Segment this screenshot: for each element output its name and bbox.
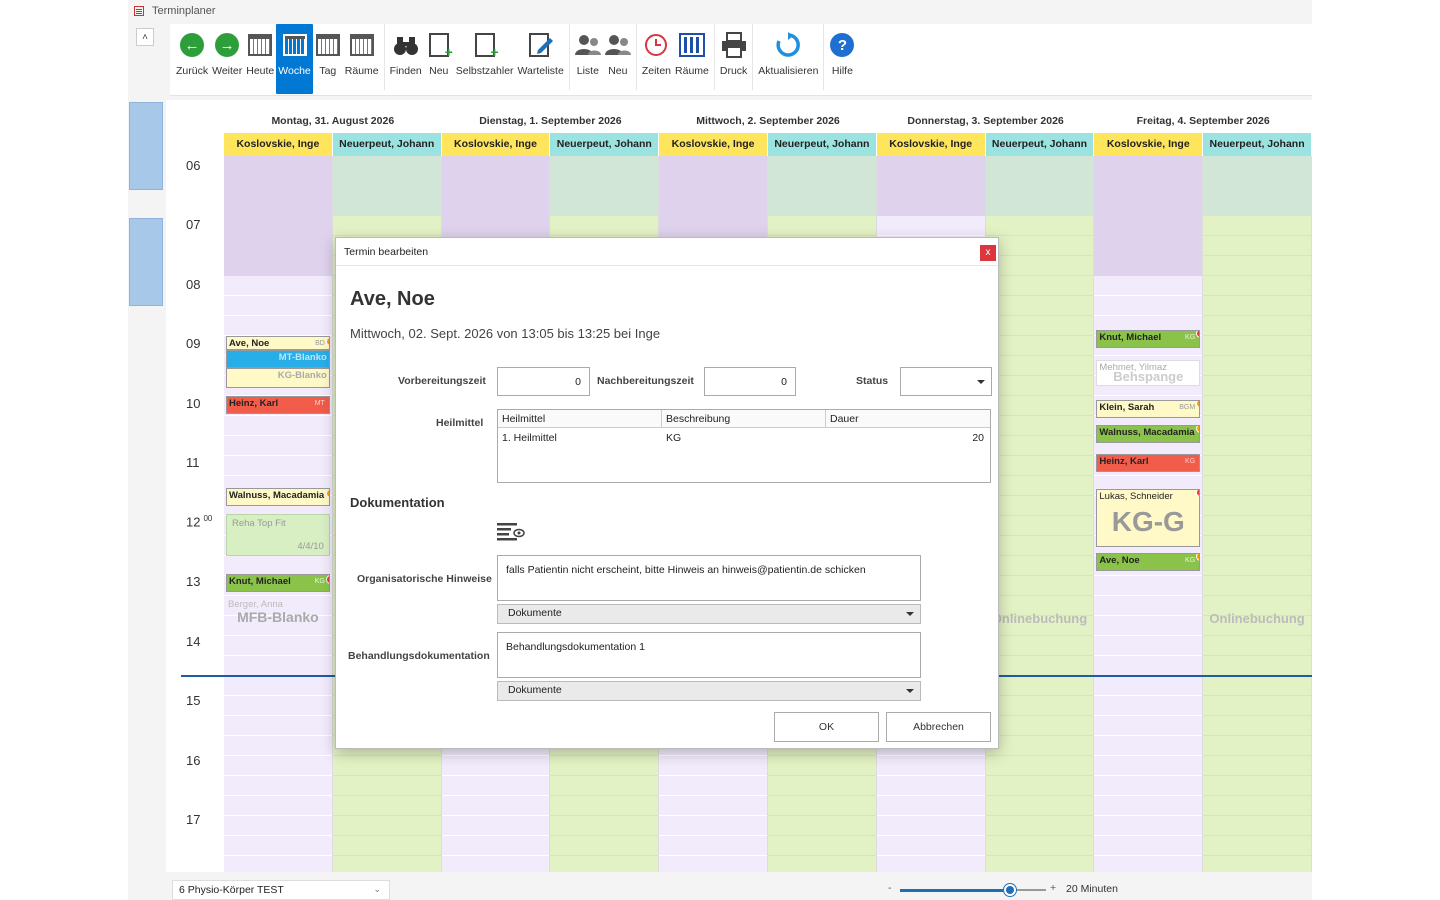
org-notes-textarea[interactable]: falls Patientin nicht erscheint, bitte H… — [497, 555, 921, 601]
heilmittel-table: Heilmittel Beschreibung Dauer 1. Heilmit… — [497, 409, 991, 483]
dialog-title-bar: Termin bearbeiten x — [336, 238, 998, 266]
edit-appointment-dialog: Termin bearbeiten x Ave, Noe Mittwoch, 0… — [335, 237, 999, 749]
cancel-button[interactable]: Abbrechen — [886, 712, 991, 742]
prep-time-label: Vorbereitungszeit — [398, 375, 486, 387]
close-icon: x — [985, 247, 991, 258]
treatment-documents-dropdown[interactable]: Dokumente — [497, 681, 921, 701]
column-header-heilmittel[interactable]: Heilmittel — [498, 410, 662, 428]
chevron-down-icon — [906, 612, 914, 616]
column-header-dauer[interactable]: Dauer — [826, 410, 990, 428]
appointment-summary: Mittwoch, 02. Sept. 2026 von 13:05 bis 1… — [350, 326, 661, 341]
heilmittel-label: Heilmittel — [436, 417, 484, 429]
ok-button[interactable]: OK — [774, 712, 879, 742]
document-view-icon[interactable] — [497, 521, 525, 543]
chevron-down-icon — [977, 380, 985, 384]
table-cell[interactable]: 1. Heilmittel — [498, 432, 561, 444]
dialog-overlay: Termin bearbeiten x Ave, Noe Mittwoch, 0… — [0, 0, 1440, 900]
close-button[interactable]: x — [980, 245, 996, 261]
table-cell[interactable]: 20 — [968, 432, 988, 444]
status-select[interactable] — [900, 367, 992, 396]
status-label: Status — [856, 375, 889, 387]
column-header-beschreibung[interactable]: Beschreibung — [662, 410, 826, 428]
table-cell[interactable]: KG — [662, 432, 685, 444]
chevron-down-icon — [906, 689, 914, 693]
treatment-doc-label: Behandlungsdokumentation — [348, 650, 490, 662]
patient-name: Ave, Noe — [350, 288, 435, 310]
post-time-input[interactable]: 0 — [704, 367, 796, 396]
org-documents-dropdown[interactable]: Dokumente — [497, 604, 921, 624]
documentation-heading: Dokumentation — [350, 495, 445, 510]
treatment-doc-textarea[interactable]: Behandlungsdokumentation 1 — [497, 632, 921, 678]
org-notes-label: Organisatorische Hinweise — [357, 573, 492, 585]
post-time-label: Nachbereitungszeit — [597, 375, 694, 387]
dropdown-value: Dokumente — [508, 684, 562, 696]
prep-time-input[interactable]: 0 — [497, 367, 590, 396]
dropdown-value: Dokumente — [508, 607, 562, 619]
dialog-title: Termin bearbeiten — [344, 246, 429, 258]
